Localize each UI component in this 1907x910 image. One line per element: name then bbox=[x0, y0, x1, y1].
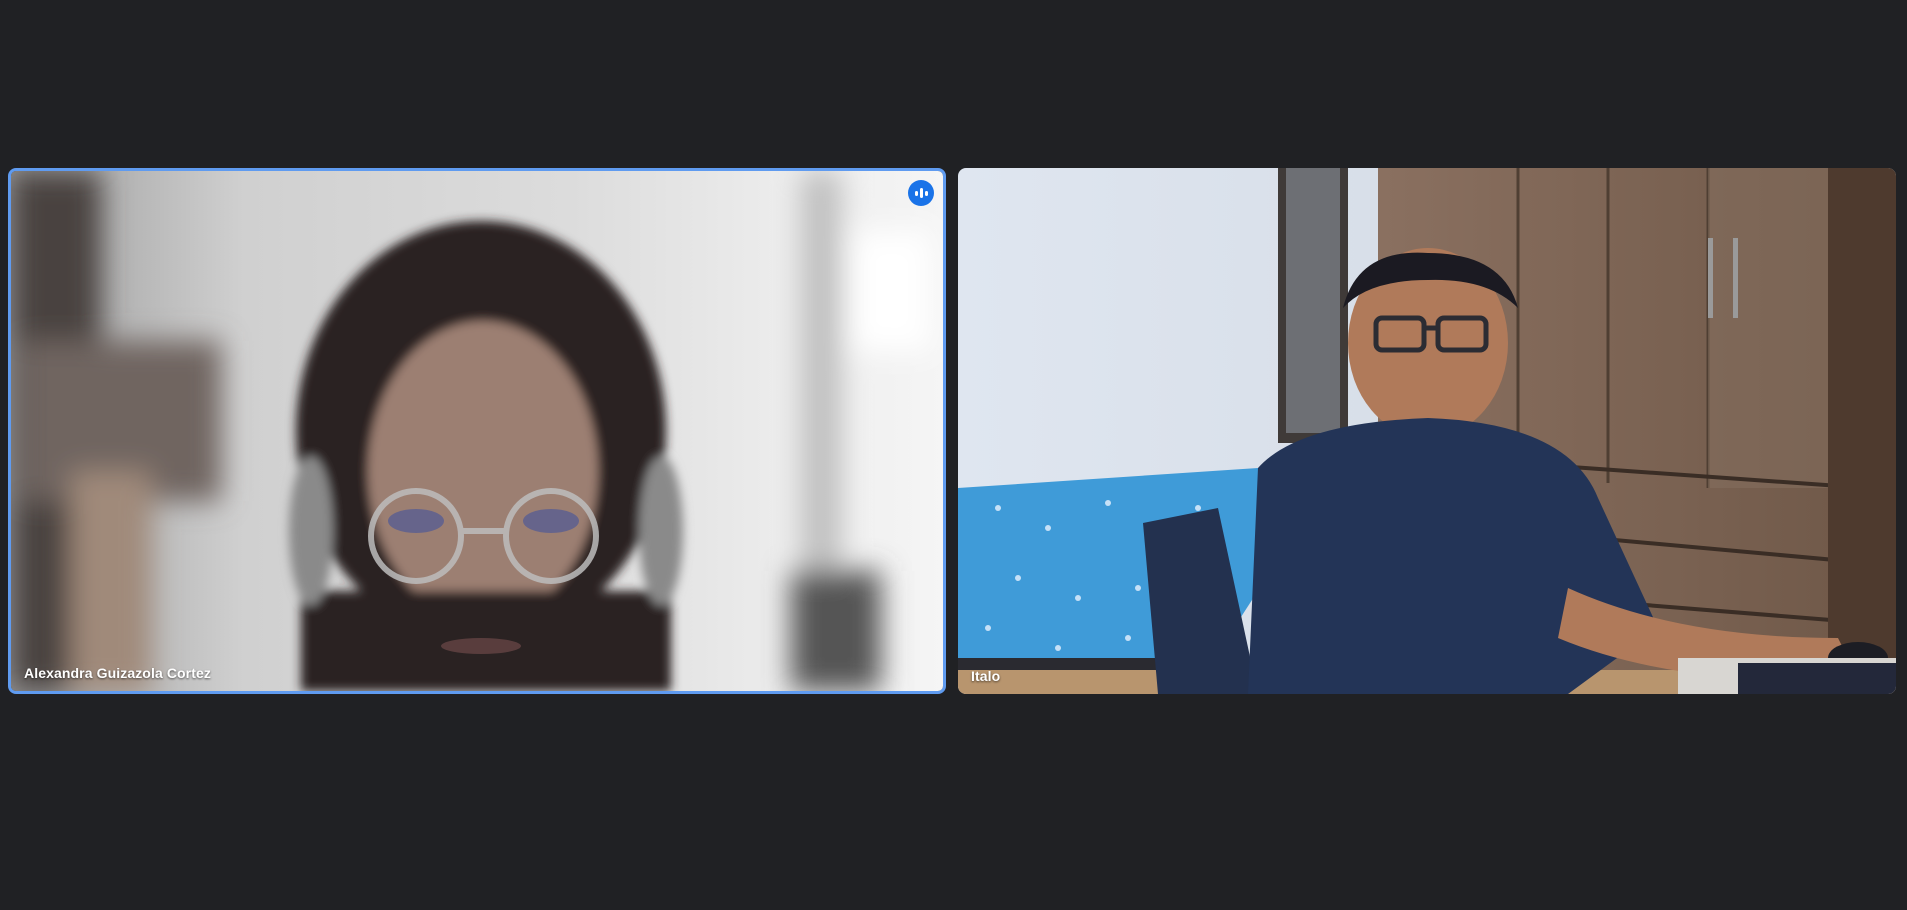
participant-video-feed bbox=[958, 168, 1896, 694]
participant-name-label: Italo bbox=[971, 668, 1001, 684]
meeting-stage: Alexandra Guizazola Cortez Italo bbox=[0, 0, 1907, 910]
participant-name-label: Alexandra Guizazola Cortez bbox=[24, 665, 211, 681]
audio-level-icon bbox=[908, 180, 934, 206]
participant-tile-alexandra[interactable]: Alexandra Guizazola Cortez bbox=[8, 168, 946, 694]
participant-tile-italo[interactable]: Italo bbox=[958, 168, 1896, 694]
participant-video-feed bbox=[11, 171, 943, 691]
